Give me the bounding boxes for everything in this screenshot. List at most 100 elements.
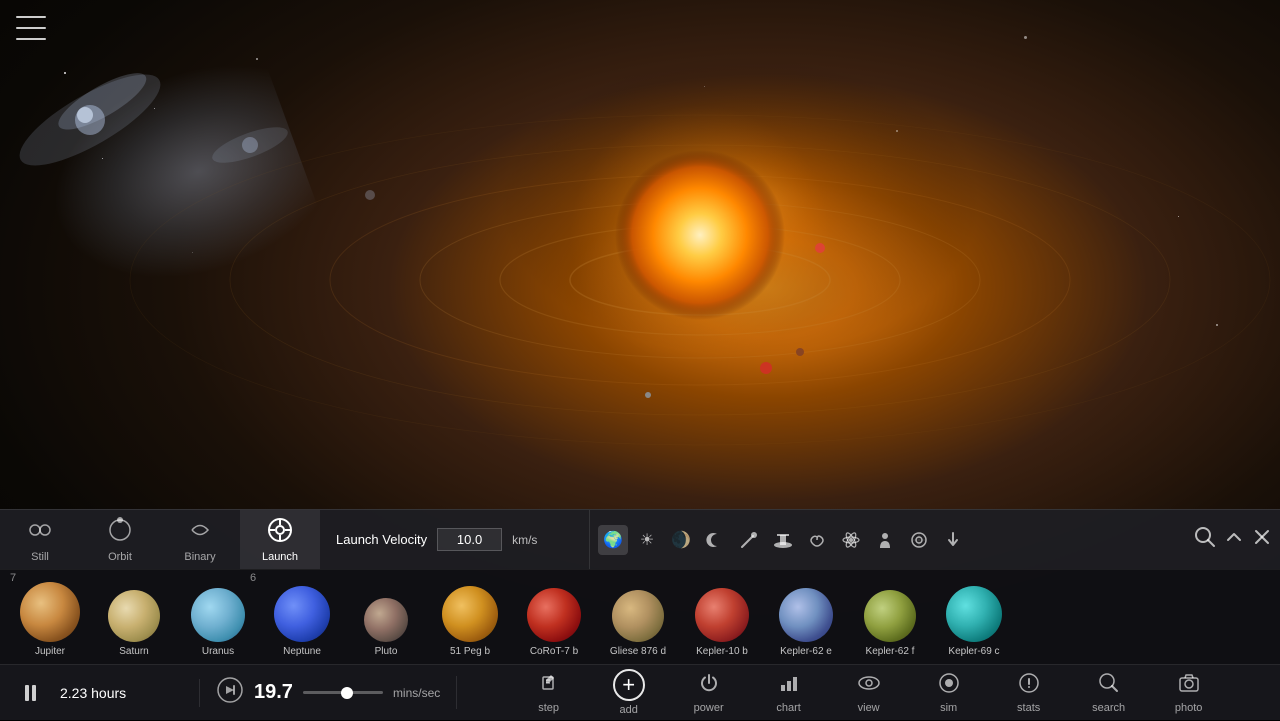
search-button[interactable] — [1194, 526, 1216, 553]
sim-icon — [937, 671, 961, 699]
filter-atom[interactable] — [836, 525, 866, 555]
launch-icon — [267, 517, 293, 547]
chart-icon — [777, 671, 801, 699]
planet-name-uranus: Uranus — [202, 646, 234, 657]
launch-velocity-unit: km/s — [512, 533, 537, 547]
planet-ball-uranus — [191, 588, 245, 642]
filter-planet[interactable]: 🌍 — [598, 525, 628, 555]
search-tool-icon — [1097, 671, 1121, 699]
sim-label: sim — [940, 702, 957, 714]
planet-item-kepler62e[interactable]: Kepler-62 e — [766, 573, 846, 661]
controls-row: Launch Velocity km/s 🌍 ☀ 🌒 — [320, 510, 1280, 570]
tool-add[interactable]: + add — [589, 665, 669, 721]
edit-icon — [537, 671, 561, 699]
bottom-ui-panel: Still Orbit Binary — [0, 509, 1280, 720]
toolbar-left: 2.23 hours — [0, 679, 200, 707]
filter-earth[interactable]: 🌒 — [666, 525, 696, 555]
planet-item-pluto[interactable]: Pluto — [346, 573, 426, 661]
planet-ball-neptune — [274, 586, 330, 642]
menu-button[interactable] — [16, 16, 46, 40]
planet-name-51pegb: 51 Peg b — [450, 646, 490, 657]
photo-icon — [1177, 671, 1201, 699]
launch-label: Launch — [262, 551, 298, 563]
planet-item-neptune[interactable]: Neptune — [262, 573, 342, 661]
tool-view[interactable]: view — [829, 665, 909, 721]
planet-item-saturn[interactable]: Saturn — [94, 573, 174, 661]
planet-ball-saturn — [108, 590, 160, 642]
stats-icon — [1017, 671, 1041, 699]
search-label: search — [1092, 702, 1125, 714]
orbit-label: Orbit — [108, 551, 132, 563]
photo-label: photo — [1175, 702, 1203, 714]
orbit-icon — [107, 517, 133, 547]
planet-item-jupiter[interactable]: Jupiter — [10, 573, 90, 661]
filter-arrow-down[interactable] — [938, 525, 968, 555]
binary-label: Binary — [184, 551, 215, 563]
mode-launch[interactable]: Launch — [240, 510, 320, 570]
hamburger-line-2 — [16, 27, 46, 29]
filter-crescent[interactable] — [700, 525, 730, 555]
planet-name-kepler10b: Kepler-10 b — [696, 646, 748, 657]
planet-item-51pegb[interactable]: 51 Peg b — [430, 573, 510, 661]
pause-bar-2 — [32, 685, 36, 701]
tool-sim[interactable]: sim — [909, 665, 989, 721]
mode-still[interactable]: Still — [0, 510, 80, 570]
filter-spiral[interactable] — [802, 525, 832, 555]
pause-bar-1 — [25, 685, 29, 701]
planet-item-kepler62f[interactable]: Kepler-62 f — [850, 573, 930, 661]
tool-photo[interactable]: photo — [1149, 665, 1229, 721]
tool-search[interactable]: search — [1069, 665, 1149, 721]
still-label: Still — [31, 551, 49, 563]
view-icon — [857, 671, 881, 699]
section-number-6: 6 — [250, 572, 256, 584]
power-label: power — [694, 702, 724, 714]
planet-name-kepler69c: Kepler-69 c — [948, 646, 999, 657]
planet-ball-kepler10b — [695, 588, 749, 642]
planet-item-gliese876d[interactable]: Gliese 876 d — [598, 573, 678, 661]
filter-ring[interactable] — [904, 525, 934, 555]
add-label: add — [619, 704, 637, 716]
planet-name-kepler62f: Kepler-62 f — [866, 646, 915, 657]
tool-chart[interactable]: chart — [749, 665, 829, 721]
launch-velocity-input[interactable] — [437, 528, 502, 551]
planet-ball-pluto — [364, 598, 408, 642]
bottom-toolbar: 2.23 hours 19.7 mins/sec — [0, 664, 1280, 720]
planet-ball-kepler62f — [864, 590, 916, 642]
filter-comet[interactable] — [734, 525, 764, 555]
hamburger-line-1 — [16, 16, 46, 18]
filter-sun[interactable]: ☀ — [632, 525, 662, 555]
tool-edit[interactable]: step — [509, 665, 589, 721]
mode-binary[interactable]: Binary — [160, 510, 240, 570]
planet-ball-gliese876d — [612, 590, 664, 642]
planet-ball-kepler69c — [946, 586, 1002, 642]
orbital-view — [0, 0, 1280, 530]
mode-orbit[interactable]: Orbit — [80, 510, 160, 570]
filter-hat[interactable] — [768, 525, 798, 555]
tool-stats[interactable]: stats — [989, 665, 1069, 721]
planet-name-neptune: Neptune — [283, 646, 321, 657]
speed-section: 19.7 mins/sec — [200, 676, 457, 709]
pause-button[interactable] — [16, 679, 44, 707]
planet-item-uranus[interactable]: Uranus — [178, 573, 258, 661]
planet-name-gliese876d: Gliese 876 d — [610, 646, 666, 657]
filter-person[interactable] — [870, 525, 900, 555]
mode-bar: Still Orbit Binary — [0, 509, 1280, 569]
add-circle-icon: + — [613, 669, 645, 701]
planet-name-kepler62e: Kepler-62 e — [780, 646, 832, 657]
stats-label: stats — [1017, 702, 1040, 714]
speed-slider-thumb — [341, 687, 353, 699]
speed-unit: mins/sec — [393, 686, 440, 700]
power-icon — [697, 671, 721, 699]
planet-ball-jupiter — [20, 582, 80, 642]
filter-section: 🌍 ☀ 🌒 — [590, 510, 1280, 570]
section-number-7: 7 — [10, 572, 16, 584]
planet-item-kepler69c[interactable]: Kepler-69 c — [934, 573, 1014, 661]
tool-power[interactable]: power — [669, 665, 749, 721]
speed-slider-track[interactable] — [303, 691, 383, 694]
planet-item-corot7b[interactable]: CoRoT-7 b — [514, 573, 594, 661]
planet-item-kepler10b[interactable]: Kepler-10 b — [682, 573, 762, 661]
close-button[interactable] — [1252, 527, 1272, 552]
expand-button[interactable] — [1224, 527, 1244, 552]
launch-velocity-label: Launch Velocity — [336, 532, 427, 547]
step-button[interactable] — [216, 676, 244, 709]
